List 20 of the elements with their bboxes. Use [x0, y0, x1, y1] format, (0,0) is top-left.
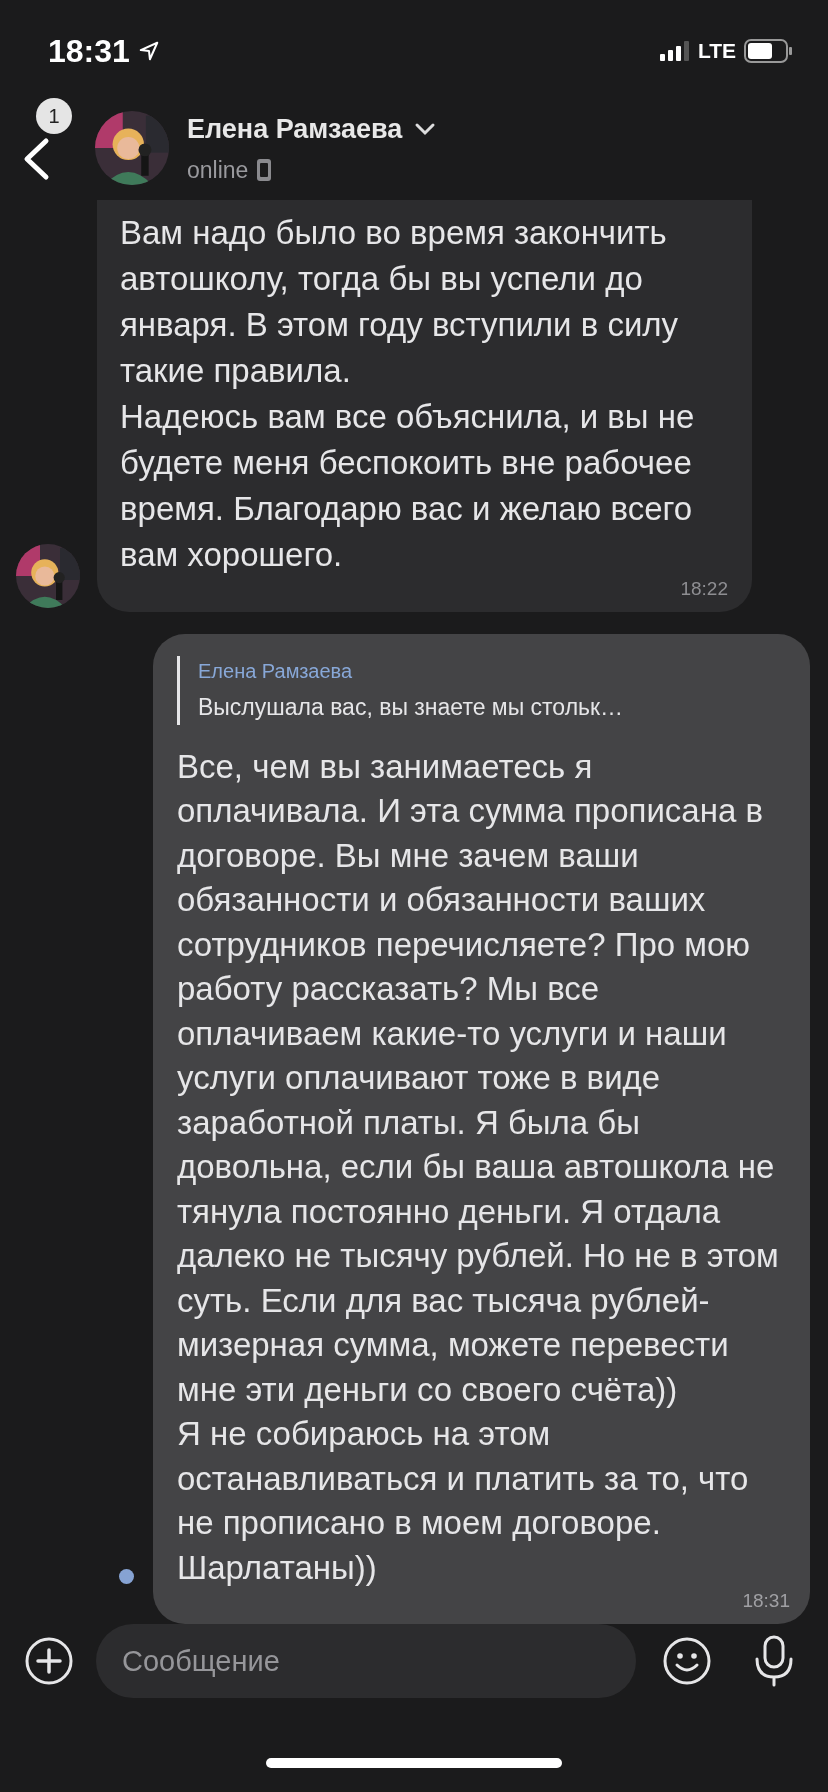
reply-author: Елена Рамзаева — [198, 659, 354, 684]
chevron-down-icon[interactable] — [414, 121, 437, 136]
reply-preview: Выслушала вас, вы знаете мы стольк… — [198, 693, 625, 722]
message-text: Все, чем вы занимаетесь я оплачивала. И эта сумма прописана в договоре. Вы мне зачем ваши обязанности и обязанности ваших сотрудников перечисляете? Про мою работу рассказать? Мы все оплачиваем какие-то услуги и наши услуги оплачивают тоже в виде заработной платы. Я была бы довольна, если бы ваша автошкола не тянула постоянно деньги. Я отдала далеко не тысячу рублей. Но не в этом суть. Если для вас тысяча рублей-мизерная сумма, можете перевести мне эти деньги со своего счёта)) Я не собираюсь на этом останавливаться и платить за то, что не прописано в моем договоре. Шарлатаны)) — [177, 746, 780, 1588]
message-time: 18:31 — [742, 1590, 790, 1612]
unread-count-badge: 1 — [36, 98, 72, 134]
status-time: 18:31 — [48, 32, 130, 71]
message-input[interactable]: Сообщение — [96, 1624, 636, 1698]
message-text: Вам надо было во время закончить автошколу, тогда бы вы успели до января. В этом году вступили в силу такие правила. Надеюсь вам все объяснила, и вы не будете меня беспокоить вне рабочее время. Благодарю вас и желаю всего вам хорошего. — [120, 213, 696, 575]
contact-name[interactable]: Елена Рамзаева — [187, 108, 403, 149]
location-arrow-icon — [137, 40, 160, 62]
message-time: 18:22 — [680, 578, 728, 600]
signal-icon — [659, 41, 690, 61]
network-label: LTE — [697, 38, 736, 65]
emoji-icon[interactable] — [662, 1636, 712, 1686]
add-icon[interactable] — [24, 1636, 74, 1686]
back-icon[interactable] — [22, 135, 50, 183]
battery-icon — [744, 39, 792, 63]
online-status: online — [187, 156, 249, 185]
phone-icon — [256, 158, 273, 183]
